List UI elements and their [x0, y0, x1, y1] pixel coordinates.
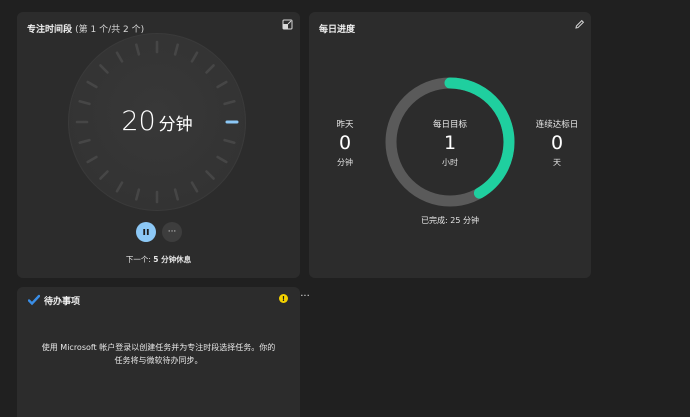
focus-session-card: 专注时间段 (第 1 个/共 2 个) 20 分钟 ··· 下一个: 5 分钟休息 [17, 12, 300, 278]
timer-minutes: 20 [121, 106, 156, 137]
todo-more-icon: ··· [300, 291, 310, 302]
warning-icon[interactable]: ! [279, 294, 288, 303]
dial-tick [205, 64, 215, 74]
streak-unit: 天 [553, 157, 561, 167]
yesterday-unit: 分钟 [337, 157, 353, 167]
goal-label: 每日目标 [432, 120, 467, 130]
warning-glyph: ! [281, 294, 286, 303]
dial-tick [173, 43, 180, 56]
edit-goal-icon[interactable] [571, 16, 587, 32]
next-session-label: 下一个: 5 分钟休息 [17, 254, 300, 265]
completed-label: 已完成: 25 分钟 [421, 216, 479, 225]
todo-card: 待办事项 ! ··· 使用 Microsoft 帐户登录以创建任务并为专注时段选… [17, 287, 310, 417]
goal-value: 1 [443, 132, 457, 154]
streak-stat: 连续达标日 0 天 [527, 118, 587, 168]
dial-tick [190, 51, 199, 63]
dial-tick [78, 138, 91, 145]
focus-title: 专注时间段 [27, 25, 73, 35]
dial-tick [115, 181, 124, 193]
dial-tick [78, 99, 91, 106]
next-prefix: 下一个: [125, 255, 151, 264]
more-icon: ··· [167, 226, 177, 237]
compact-mode-icon[interactable] [279, 16, 295, 32]
todo-more-button[interactable]: ··· [297, 292, 313, 304]
dial-tick [99, 64, 109, 74]
todo-check-icon [26, 292, 42, 308]
dial-tick [86, 155, 98, 164]
progress-title: 每日进度 [319, 25, 356, 35]
yesterday-stat: 昨天 0 分钟 [315, 118, 375, 168]
next-session-value: 5 分钟休息 [153, 255, 192, 264]
daily-progress-card: 每日进度 昨天 0 分钟 每日目标 1 小时 连续达标日 0 天 已完成: 25… [309, 12, 591, 278]
dial-tick [216, 80, 228, 89]
todo-title: 待办事项 [44, 297, 81, 307]
timer-display: 20 分钟 [68, 106, 246, 137]
timer-unit: 分钟 [158, 115, 193, 135]
daily-goal-stat: 每日目标 1 小时 [420, 118, 480, 168]
dial-tick [205, 170, 215, 180]
streak-value: 0 [550, 132, 564, 154]
pause-button[interactable] [136, 222, 156, 242]
dial-tick [223, 99, 236, 106]
dial-tick [190, 181, 199, 193]
dial-tick [173, 188, 180, 201]
dial-tick [134, 188, 141, 201]
yesterday-value: 0 [338, 132, 352, 154]
dial-tick [99, 170, 109, 180]
focus-timer-dial[interactable]: 20 分钟 [68, 33, 246, 211]
todo-signin-message: 使用 Microsoft 帐户登录以创建任务并为专注时段选择任务。你的任务将与微… [41, 343, 276, 365]
goal-unit: 小时 [442, 157, 458, 167]
pause-icon [143, 229, 149, 235]
yesterday-label: 昨天 [336, 120, 354, 130]
focus-more-button[interactable]: ··· [162, 222, 182, 242]
dial-tick [115, 51, 124, 63]
streak-label: 连续达标日 [535, 120, 579, 130]
dial-tick [223, 138, 236, 145]
dial-tick [216, 155, 228, 164]
dial-tick [134, 43, 141, 56]
dial-tick [86, 80, 98, 89]
